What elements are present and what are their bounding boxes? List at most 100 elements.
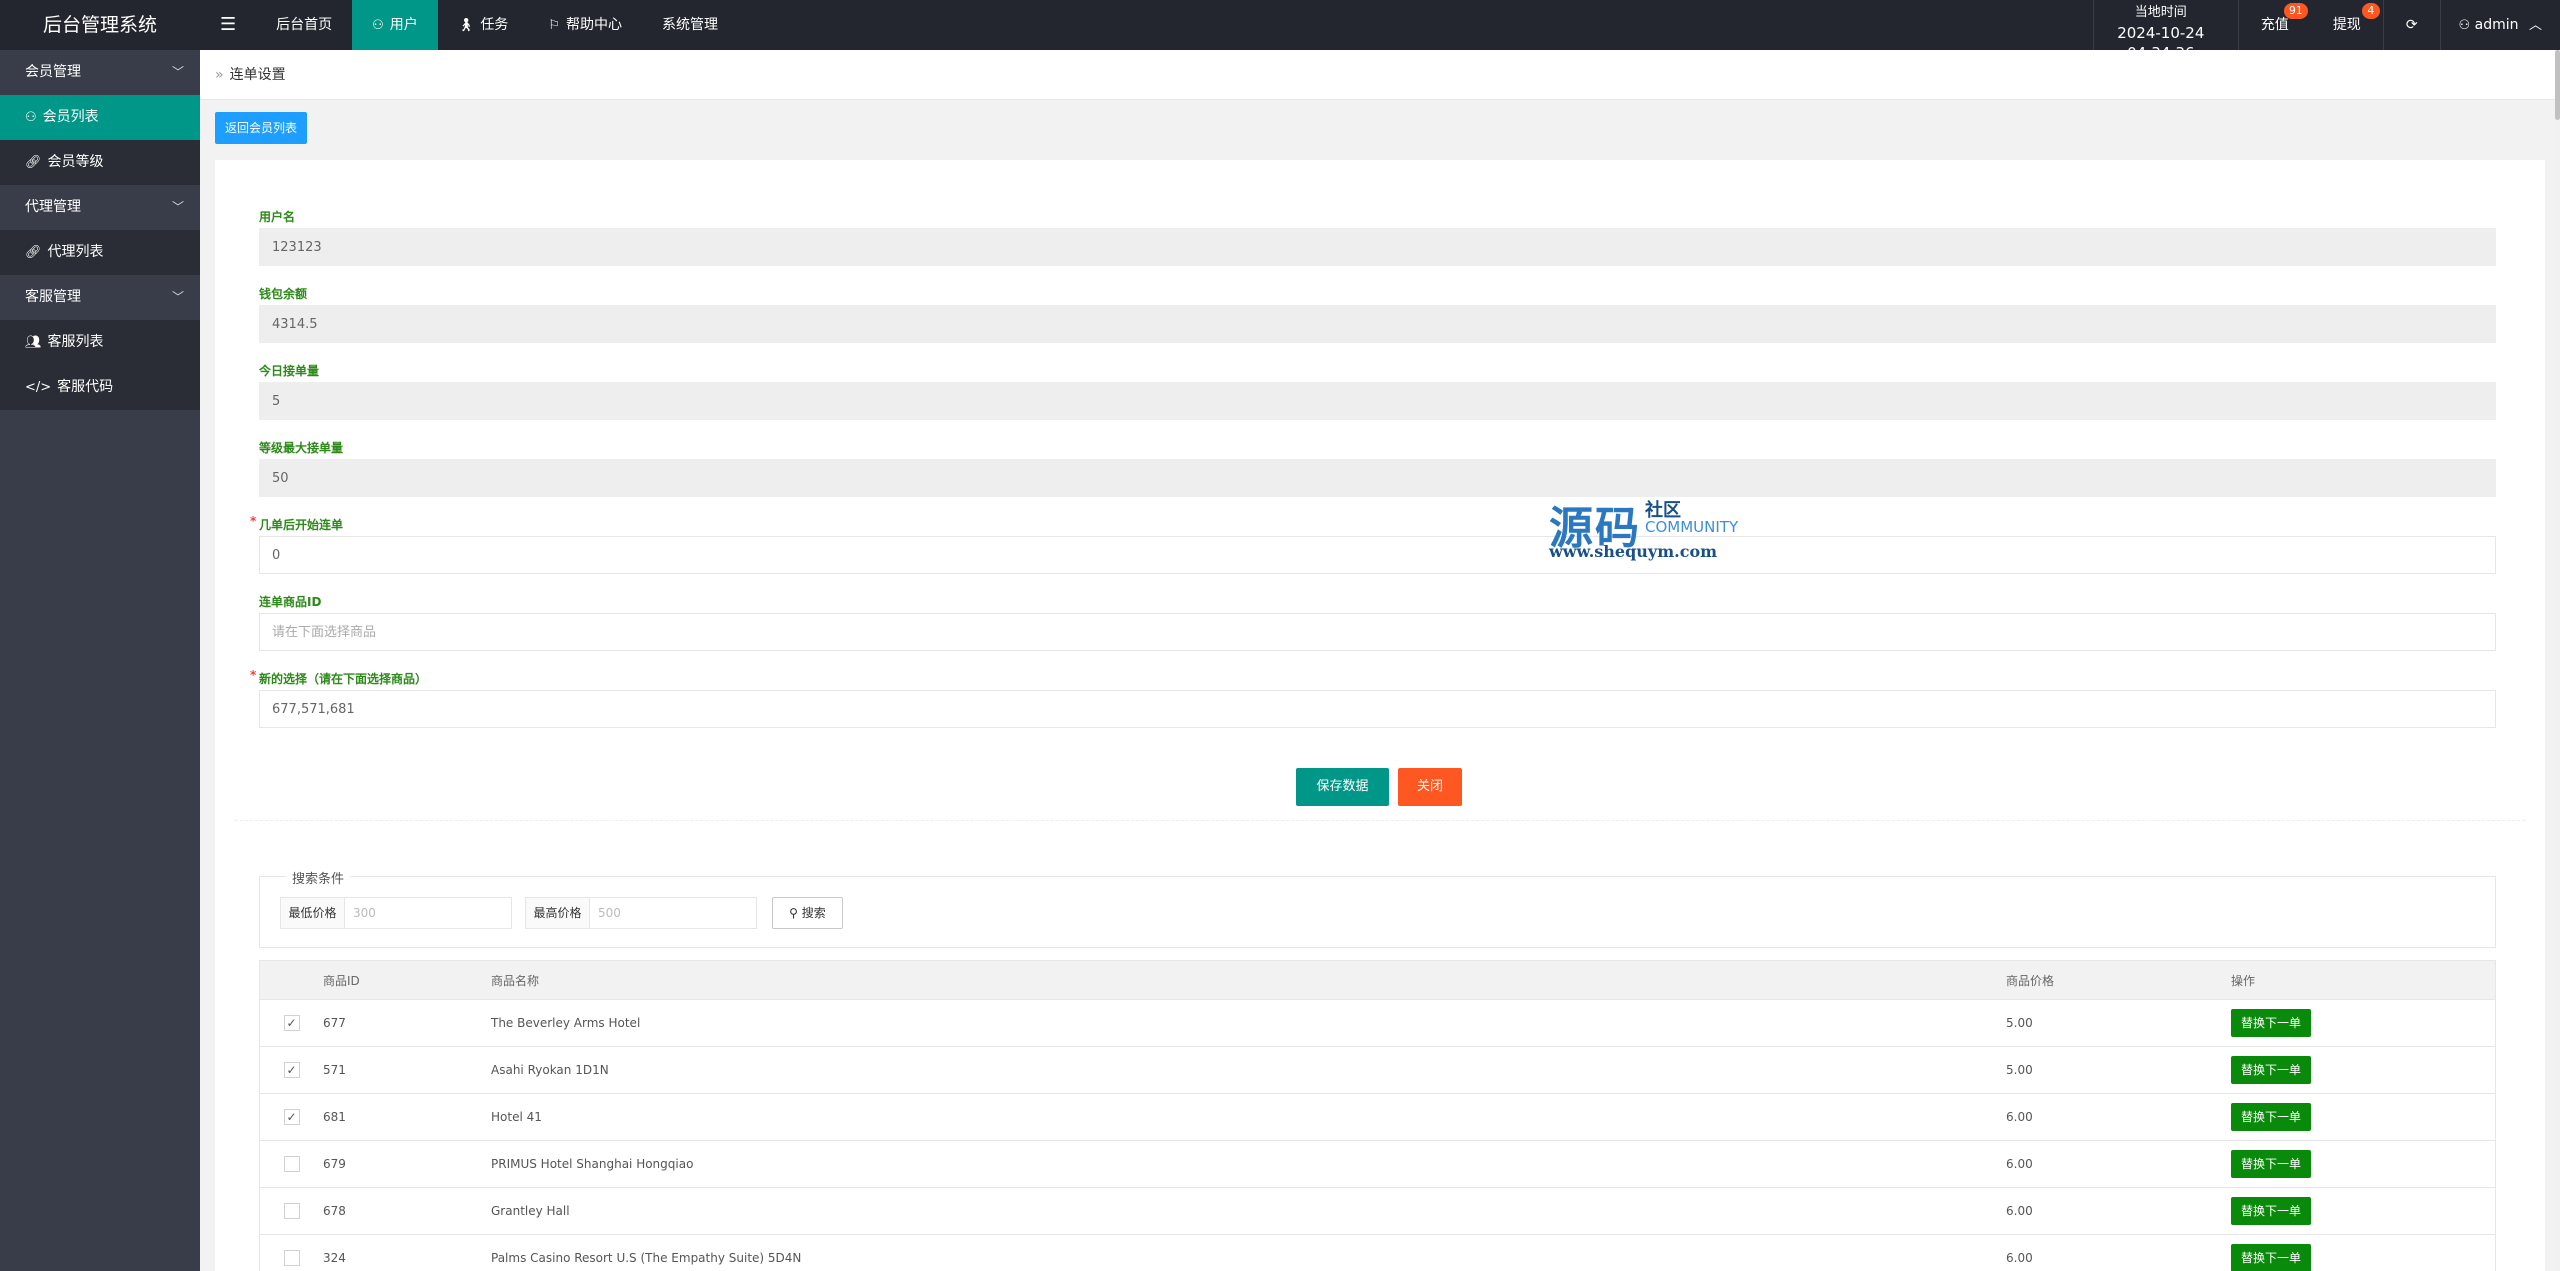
sidebar: 会员管理 ﹀ ⚇ 会员列表 🔗︎ 会员等级 代理管理 ﹀ 🔗︎ 代理列表 客服管理 ﹀ 👥︎… — [0, 50, 200, 1271]
scrollbar-thumb[interactable] — [2555, 50, 2560, 120]
header-price: 商品价格 — [2006, 973, 2055, 988]
row-name: Hotel 41 — [491, 1110, 542, 1124]
row-check-cell — [260, 1156, 323, 1172]
row-price: 6.00 — [2006, 1251, 2033, 1265]
nav-help[interactable]: ⚐ 帮助中心 — [528, 0, 642, 50]
product-table: 商品ID 商品名称 商品价格 操作 ✓ 677 The Beverley Arms … — [259, 960, 2496, 1271]
breadcrumb-label: 连单设置 — [229, 67, 286, 83]
user-name: admin — [2474, 17, 2519, 33]
row-action-cell: 替换下一单 — [2231, 1244, 2495, 1271]
row-checkbox[interactable] — [283, 1203, 300, 1219]
table-row: 324 Palms Casino Resort U.S (The Empathy … — [260, 1235, 2495, 1271]
max-price-input[interactable]: 500 — [590, 898, 756, 928]
nav-tasks[interactable]: 🚶︎ 任务 — [438, 0, 529, 50]
chevron-down-icon: ﹀ — [171, 200, 184, 214]
replace-next-order-button[interactable]: 替换下一单 — [2231, 1197, 2311, 1225]
nav-system[interactable]: 系统管理 — [642, 0, 738, 50]
min-price-input[interactable]: 300 — [345, 898, 511, 928]
row-checkbox[interactable]: ✓ — [283, 1109, 300, 1125]
chevron-up-icon: ︿ — [2528, 18, 2542, 33]
row-id: 324 — [323, 1251, 346, 1265]
min-price-label: 最低价格 — [281, 898, 345, 928]
sidebar-item-support-code[interactable]: </> 客服代码 — [0, 365, 200, 410]
time-display: 当地时间 2024-10-24 04:34:36 — [2092, 0, 2238, 62]
row-name: Grantley Hall — [491, 1204, 570, 1218]
search-legend: 搜索条件 — [286, 868, 351, 887]
close-button[interactable]: 关闭 — [1398, 768, 1462, 806]
table-row: ✓ 677 The Beverley Arms Hotel 5.00 替换下一单 — [260, 1000, 2495, 1047]
row-price: 5.00 — [2006, 1063, 2033, 1077]
sidebar-group-agents[interactable]: 代理管理 ﹀ — [0, 185, 200, 230]
row-id: 571 — [323, 1063, 346, 1077]
nav-users[interactable]: ⚇ 用户 — [352, 0, 438, 50]
save-button[interactable]: 保存数据 — [1296, 768, 1389, 806]
sidebar-item-label: 客服代码 — [57, 379, 114, 395]
withdraw-label: 提现 — [2332, 17, 2361, 33]
refresh-icon[interactable]: ⟳ — [2382, 0, 2440, 50]
replace-next-order-button[interactable]: 替换下一单 — [2231, 1056, 2311, 1084]
sidebar-group-members[interactable]: 会员管理 ﹀ — [0, 50, 200, 95]
header-right: 当地时间 2024-10-24 04:34:36 充值 91 提现 4 ⟳ ⚇ … — [2092, 0, 2560, 62]
user-icon: ⚇ — [2458, 18, 2471, 33]
row-checkbox[interactable]: ✓ — [283, 1062, 300, 1078]
recharge-badge: 91 — [2283, 3, 2308, 19]
row-action-cell: 替换下一单 — [2231, 1056, 2495, 1084]
max-orders-field[interactable]: 50 — [259, 459, 2496, 497]
user-icon: ⚇ — [372, 17, 384, 33]
code-icon: </> — [25, 380, 52, 395]
sidebar-item-member-list[interactable]: ⚇ 会员列表 — [0, 95, 200, 140]
sidebar-item-label: 会员等级 — [47, 154, 104, 170]
table-header: 商品ID 商品名称 商品价格 操作 — [260, 961, 2495, 1000]
row-price: 5.00 — [2006, 1016, 2033, 1030]
row-check-cell: ✓ — [260, 1015, 323, 1031]
replace-next-order-button[interactable]: 替换下一单 — [2231, 1244, 2311, 1271]
new-selection-input[interactable]: 677,571,681 — [259, 690, 2496, 728]
page-scrollbar[interactable] — [2555, 50, 2560, 1271]
user-menu[interactable]: ⚇ admin ︿ — [2439, 0, 2560, 50]
flag-icon: ⚐ — [548, 17, 560, 33]
sidebar-item-support-list[interactable]: 👥︎ 客服列表 — [0, 320, 200, 365]
max-orders-label: 等级最大接单量 — [259, 441, 344, 455]
start-after-input[interactable]: 0 — [259, 536, 2496, 574]
form-panel: 用户名 123123 钱包余额 4314.5 今日接单量 5 等级最大接单量 5… — [215, 160, 2545, 1271]
sidebar-item-agent-list[interactable]: 🔗︎ 代理列表 — [0, 230, 200, 275]
balance-field[interactable]: 4314.5 — [259, 305, 2496, 343]
watermark-url: www.shequym.com — [1549, 542, 1718, 561]
product-id-input[interactable]: 请在下面选择商品 — [259, 613, 2496, 651]
sidebar-item-member-level[interactable]: 🔗︎ 会员等级 — [0, 140, 200, 185]
search-button[interactable]: ⚲ 搜索 — [772, 897, 843, 929]
replace-next-order-button[interactable]: 替换下一单 — [2231, 1009, 2311, 1037]
walk-icon: 🚶︎ — [457, 17, 475, 33]
row-check-cell: ✓ — [260, 1062, 323, 1078]
back-to-member-list-button[interactable]: 返回会员列表 — [215, 112, 308, 144]
row-name: Asahi Ryokan 1D1N — [491, 1063, 609, 1077]
new-selection-label-text: 新的选择（请在下面选择商品） — [259, 672, 428, 686]
header-action: 操作 — [2231, 973, 2256, 988]
row-id: 679 — [323, 1157, 346, 1171]
withdraw-link[interactable]: 提现 4 — [2311, 0, 2383, 50]
start-after-label: * 几单后开始连单 — [250, 514, 343, 533]
replace-next-order-button[interactable]: 替换下一单 — [2231, 1103, 2311, 1131]
sidebar-group-support[interactable]: 客服管理 ﹀ — [0, 275, 200, 320]
recharge-link[interactable]: 充值 91 — [2237, 0, 2311, 50]
row-check-cell: ✓ — [260, 1109, 323, 1125]
replace-next-order-button[interactable]: 替换下一单 — [2231, 1150, 2311, 1178]
row-name: The Beverley Arms Hotel — [491, 1016, 641, 1030]
user-icon: ⚇ — [25, 110, 37, 125]
required-mark: * — [250, 668, 257, 682]
today-orders-field[interactable]: 5 — [259, 382, 2496, 420]
row-action-cell: 替换下一单 — [2231, 1197, 2495, 1225]
row-checkbox[interactable] — [283, 1250, 300, 1266]
row-checkbox[interactable] — [283, 1156, 300, 1172]
new-selection-label: * 新的选择（请在下面选择商品） — [250, 668, 428, 687]
row-checkbox[interactable]: ✓ — [283, 1015, 300, 1031]
sidebar-item-label: 客服列表 — [47, 334, 104, 350]
product-id-label: 连单商品ID — [259, 595, 322, 609]
menu-toggle-icon[interactable]: ☰ — [200, 0, 256, 50]
username-field[interactable]: 123123 — [259, 228, 2496, 266]
app-title: 后台管理系统 — [0, 0, 200, 50]
nav-home[interactable]: 后台首页 — [256, 0, 352, 50]
top-header: 后台管理系统 ☰ 后台首页 ⚇ 用户 🚶︎ 任务 ⚐ 帮助中心 系统管理 当地时间 2… — [0, 0, 2560, 62]
row-check-cell — [260, 1250, 323, 1266]
balance-label: 钱包余额 — [259, 287, 308, 301]
